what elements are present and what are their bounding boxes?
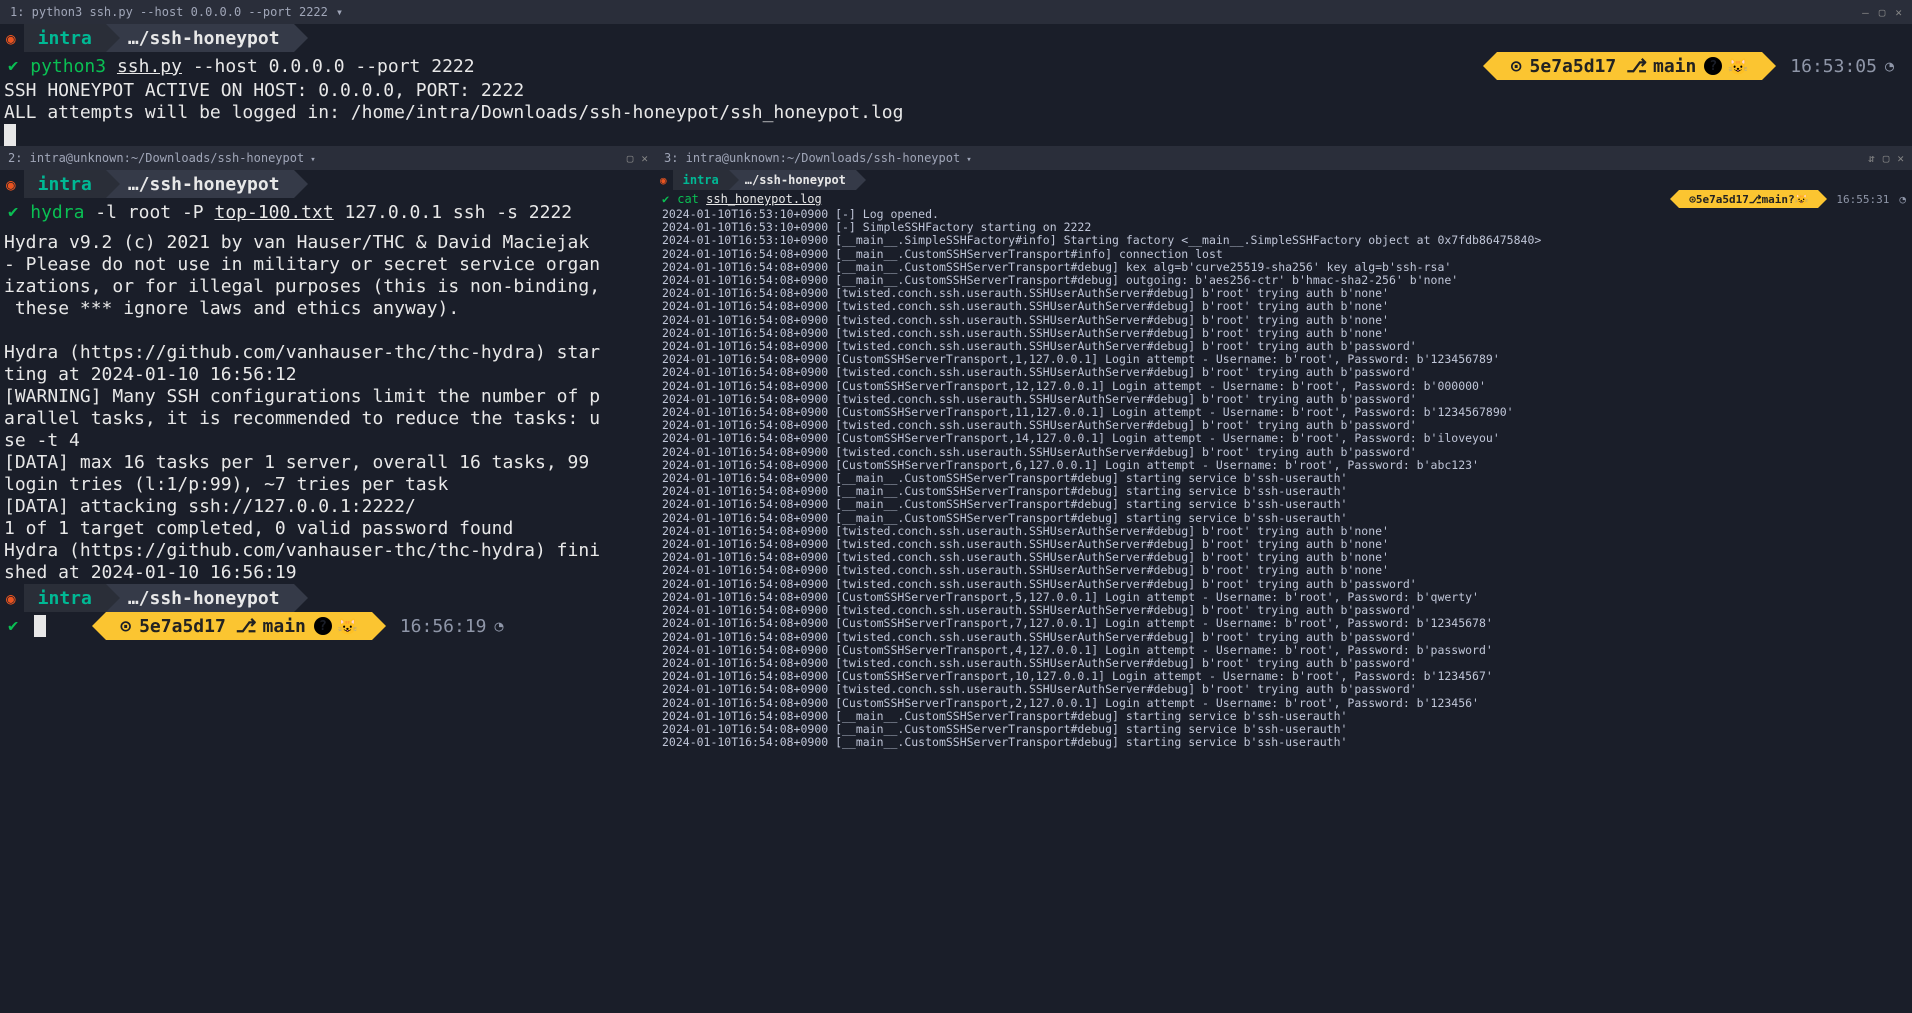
ubuntu-icon: ◉ xyxy=(0,29,24,48)
git-hash: 5e7a5d17 xyxy=(1696,193,1749,206)
clock-time: 16:53:05 xyxy=(1790,56,1877,77)
pane-titlebar: 3: intra@unknown:~/Downloads/ssh-honeypo… xyxy=(656,146,1912,170)
prompt-user: intra xyxy=(24,24,106,52)
branch-icon: ⎇ xyxy=(236,616,257,637)
prompt-path: …/ssh-honeypot xyxy=(106,584,294,612)
git-badge: ⊙ 5e7a5d17 ⎇ main ? 😺 xyxy=(1497,52,1763,80)
pane-title-text: 2: intra@unknown:~/Downloads/ssh-honeypo… xyxy=(8,151,304,165)
github-icon: 😺 xyxy=(1728,57,1748,76)
close-icon[interactable]: ✕ xyxy=(1897,152,1904,165)
command-file: ssh.py xyxy=(117,56,182,77)
clock-icon: ◔ xyxy=(1899,193,1912,206)
close-icon[interactable]: ✕ xyxy=(1895,6,1902,19)
prompt-path: …/ssh-honeypot xyxy=(106,170,294,198)
close-icon[interactable]: ✕ xyxy=(641,152,648,165)
command-line[interactable]: ✔ cat ssh_honeypot.log ⊙ 5e7a5d17 ⎇ main… xyxy=(656,190,1912,208)
status-line: ✔ ⊙ 5e7a5d17 ⎇ main ? 😺 16:56:19 ◔ xyxy=(0,612,656,640)
clock-time: 16:55:31 xyxy=(1818,193,1899,206)
command-program: hydra xyxy=(30,202,84,223)
command-args-2: 127.0.0.1 ssh -s 2222 xyxy=(334,202,572,223)
stdout: Hydra v9.2 (c) 2021 by van Hauser/THC & … xyxy=(0,226,656,584)
command-args: -l root -P xyxy=(84,202,214,223)
github-icon: 😺 xyxy=(1795,193,1809,206)
commit-icon: ⊙ xyxy=(120,616,131,637)
prompt-user: intra xyxy=(673,170,729,190)
chevron-down-icon[interactable]: ▾ xyxy=(966,155,971,165)
git-badge: ⊙ 5e7a5d17 ⎇ main ? 😺 xyxy=(106,612,372,640)
command-line[interactable]: ✔ python3 ssh.py --host 0.0.0.0 --port 2… xyxy=(0,52,1912,80)
git-branch: main xyxy=(1762,193,1789,206)
cursor[interactable] xyxy=(34,615,46,637)
cursor xyxy=(4,124,16,146)
command-args: --host 0.0.0.0 --port 2222 xyxy=(182,56,475,77)
pane-titlebar: 2: intra@unknown:~/Downloads/ssh-honeypo… xyxy=(0,146,656,170)
window-titlebar: 1: python3 ssh.py --host 0.0.0.0 --port … xyxy=(0,0,1912,24)
clock-icon: ◔ xyxy=(1885,57,1894,75)
top-pane: 1: python3 ssh.py --host 0.0.0.0 --port … xyxy=(0,0,1912,146)
github-icon: 😺 xyxy=(338,617,358,636)
prompt-line: ◉ intra …/ssh-honeypot xyxy=(0,24,1912,52)
command-line[interactable]: ✔ hydra -l root -P top-100.txt 127.0.0.1… xyxy=(0,198,656,226)
check-icon: ✔ xyxy=(0,202,30,222)
git-hash: 5e7a5d17 xyxy=(139,616,226,637)
minimize-icon[interactable]: — xyxy=(1862,6,1869,19)
help-icon[interactable]: ? xyxy=(1704,57,1722,75)
command-program: python3 xyxy=(30,56,106,77)
ubuntu-icon: ◉ xyxy=(0,175,24,194)
chevron-down-icon[interactable]: ▾ xyxy=(310,155,315,165)
maximize-icon[interactable]: ▢ xyxy=(1879,6,1886,19)
maximize-icon[interactable]: ▢ xyxy=(627,152,634,165)
prompt-user: intra xyxy=(24,584,106,612)
ubuntu-icon: ◉ xyxy=(656,174,673,187)
prompt-line: ◉ intra …/ssh-honeypot xyxy=(0,170,656,198)
commit-icon: ⊙ xyxy=(1511,56,1522,77)
git-hash: 5e7a5d17 xyxy=(1530,56,1617,77)
status-right: ⊙ 5e7a5d17 ⎇ main ? 😺 16:53:05 ◔ xyxy=(1497,52,1912,80)
scroll-icon[interactable]: ⇵ xyxy=(1868,152,1875,165)
help-icon[interactable]: ? xyxy=(314,617,332,635)
command-program: cat xyxy=(677,192,699,206)
chevron-down-icon[interactable]: ▾ xyxy=(336,5,343,19)
branch-icon: ⎇ xyxy=(1749,193,1762,206)
maximize-icon[interactable]: ▢ xyxy=(1883,152,1890,165)
clock-icon: ◔ xyxy=(495,617,504,635)
git-branch: main xyxy=(263,616,306,637)
ubuntu-icon: ◉ xyxy=(0,589,24,608)
command-file: top-100.txt xyxy=(214,202,333,223)
command-file: ssh_honeypot.log xyxy=(706,192,822,206)
check-icon: ✔ xyxy=(0,616,30,636)
branch-icon: ⎇ xyxy=(1626,56,1647,77)
prompt-user: intra xyxy=(24,170,106,198)
stdout: SSH HONEYPOT ACTIVE ON HOST: 0.0.0.0, PO… xyxy=(0,80,1912,124)
window-title: 1: python3 ssh.py --host 0.0.0.0 --port … xyxy=(10,5,328,19)
right-pane: 3: intra@unknown:~/Downloads/ssh-honeypo… xyxy=(656,146,1912,749)
check-icon: ✔ xyxy=(0,56,30,76)
commit-icon: ⊙ xyxy=(1689,193,1696,206)
git-branch: main xyxy=(1653,56,1696,77)
clock-time: 16:56:19 xyxy=(400,616,487,637)
log-output: 2024-01-10T16:53:10+0900 [-] Log opened.… xyxy=(656,208,1912,749)
git-badge: ⊙ 5e7a5d17 ⎇ main ? 😺 xyxy=(1679,190,1818,208)
check-icon: ✔ xyxy=(656,192,677,206)
prompt-path: …/ssh-honeypot xyxy=(106,24,294,52)
left-pane: 2: intra@unknown:~/Downloads/ssh-honeypo… xyxy=(0,146,656,749)
prompt-path: …/ssh-honeypot xyxy=(729,170,856,190)
pane-title-text: 3: intra@unknown:~/Downloads/ssh-honeypo… xyxy=(664,151,960,165)
prompt-line-2: ◉ intra …/ssh-honeypot xyxy=(0,584,656,612)
help-icon[interactable]: ? xyxy=(1788,193,1795,206)
